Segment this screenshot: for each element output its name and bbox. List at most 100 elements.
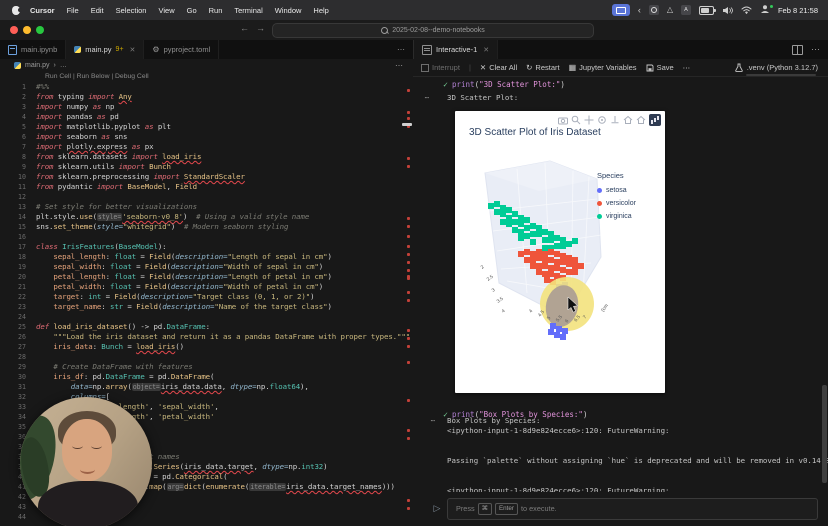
menu-help[interactable]: Help [313,6,328,15]
pane-scrollbar[interactable] [822,385,827,483]
close-window-button[interactable] [10,26,18,34]
run-input-icon[interactable]: ▷ [427,503,447,514]
close-tab-icon[interactable]: ✕ [483,46,489,54]
menu-file[interactable]: File [67,6,79,15]
tab-interactive-1[interactable]: Interactive-1 ✕ [414,40,499,59]
editor-more-actions-icon[interactable]: ⋯ [395,61,403,70]
interactive-input-bar: ▷ Press ⌘ Enter to execute. [413,492,828,525]
menu-selection[interactable]: Selection [116,6,147,15]
breadcrumb-file[interactable]: main.py [25,62,50,69]
menu-edit[interactable]: Edit [91,6,104,15]
code-line[interactable]: 29 # Create DataFrame with features [0,362,413,372]
interactive-code-input[interactable]: Press ⌘ Enter to execute. [447,497,818,520]
volume-icon[interactable] [722,6,733,15]
code-line[interactable]: 22 target: int = Field(description="Targ… [0,292,413,302]
close-tab-icon[interactable]: ✕ [130,46,136,54]
line-number: 18 [18,253,26,261]
save-button[interactable]: Save [646,63,674,72]
code-line[interactable]: 19 sepal_width: float = Field(descriptio… [0,262,413,272]
menu-terminal[interactable]: Terminal [234,6,262,15]
code-line[interactable]: 24 [0,312,413,322]
legend-item-virginica[interactable]: virginica [597,210,659,223]
code-line[interactable]: 17 class IrisFeatures(BaseModel): [0,242,413,252]
code-line[interactable]: 1 #%% [0,82,413,92]
output-text [447,466,828,476]
editor-actions-more-icon[interactable]: ⋯ [811,44,820,55]
code-line[interactable]: 7 import plotly.express as px [0,142,413,152]
code-line[interactable]: 3 import numpy as np [0,102,413,112]
code-line[interactable]: 28 [0,352,413,362]
plot-legend[interactable]: Species setosa versicolor virginica [597,171,659,223]
split-editor-icon[interactable] [792,44,803,55]
menu-run[interactable]: Run [209,6,223,15]
legend-marker [597,201,602,206]
menu-go[interactable]: Go [187,6,197,15]
code-line[interactable]: 8 from sklearn.datasets import load_iris [0,152,413,162]
code-line[interactable]: 2 from typing import Any [0,92,413,102]
code-line[interactable]: 16 [0,232,413,242]
status-app-icon-2[interactable]: △ [667,5,673,15]
code-line[interactable]: 30 iris_df: pd.DataFrame = pd.DataFrame( [0,372,413,382]
cell-1[interactable]: ✓ print("3D Scatter Plot:") [413,78,565,90]
code-line[interactable]: 13 # Set style for better visualizations [0,202,413,212]
code-line[interactable]: 26 """Load the iris dataset and return i… [0,332,413,342]
nav-forward-icon[interactable]: → [256,23,265,33]
error-mark [407,345,410,348]
code-line[interactable]: 18 sepal_length: float = Field(descripti… [0,252,413,262]
legend-item-versicolor[interactable]: versicolor [597,197,659,210]
command-center-search[interactable]: 2025-02-08--demo-notebooks [272,23,594,38]
kernel-picker[interactable]: .venv (Python 3.12.7) [734,63,828,76]
legend-item-setosa[interactable]: setosa [597,184,659,197]
output-collapse-icon[interactable]: ⋯ [419,416,447,425]
collapse-chevron-icon[interactable]: ‹ [638,5,641,15]
tab-pyproject.toml[interactable]: ⚙ pyproject.toml [144,40,220,59]
code-line[interactable]: 5 import matplotlib.pyplot as plt [0,122,413,132]
code-line[interactable]: 25 def load_iris_dataset() -> pd.DataFram… [0,322,413,332]
status-app-icon-3[interactable]: A [680,5,691,15]
screen-mirroring-icon[interactable] [611,4,630,16]
code-line[interactable]: 31 data=np.array(object=iris_data.data, … [0,382,413,392]
code-line[interactable]: 14 plt.style.use(style='seaborn-v0_8') # … [0,212,413,222]
menu-view[interactable]: View [158,6,174,15]
clear-all-button[interactable]: ✕ Clear All [480,63,517,72]
zoom-window-button[interactable] [36,26,44,34]
code-line[interactable]: 12 [0,192,413,202]
code-line[interactable]: 20 petal_length: float = Field(descripti… [0,272,413,282]
hint-text: to execute. [521,504,557,513]
breadcrumb-more[interactable]: … [60,62,67,69]
interrupt-button[interactable]: Interrupt [421,63,460,72]
code-line[interactable]: 11 from pydantic import BaseModel, Field [0,182,413,192]
codelens-run-cell[interactable]: Run Cell | Run Below | Debug Cell [0,71,413,82]
nav-back-icon[interactable]: ← [240,23,249,33]
menu-window[interactable]: Window [275,6,302,15]
menubar-clock[interactable]: Feb 8 21:58 [778,6,818,15]
code-line[interactable]: 9 from sklearn.utils import Bunch [0,162,413,172]
tab-main.ipynb[interactable]: main.ipynb [0,40,67,59]
battery-icon[interactable] [698,5,716,15]
jupyter-variables-button[interactable]: ▦ Jupyter Variables [569,63,637,72]
code-line[interactable]: 27 iris_data: Bunch = load_iris() [0,342,413,352]
wifi-icon[interactable] [741,6,752,14]
svg-text:2.5: 2.5 [486,274,495,283]
tab-main.py[interactable]: main.py 9+ ✕ [66,40,145,59]
cell-1-code[interactable]: print("3D Scatter Plot:") [452,80,565,89]
toolbar-more-icon[interactable]: ⋯ [683,63,691,72]
code-line[interactable]: 21 petal_width: float = Field(descriptio… [0,282,413,292]
tabs-more-icon[interactable]: ⋯ [397,45,413,54]
breadcrumb[interactable]: main.py › … [0,59,413,71]
status-app-icon-1[interactable] [648,5,659,15]
plot-3d-scene[interactable]: 22.533.54 4 4.55 5.5 6 6.5 7 (cm [455,111,665,393]
apple-menu-icon[interactable] [12,5,22,15]
code-line[interactable]: 23 target_name: str = Field(description=… [0,302,413,312]
overview-ruler[interactable] [405,59,410,526]
app-menu-cursor[interactable]: Cursor [30,6,55,15]
restart-button[interactable]: ↻ Restart [526,63,559,72]
code-line[interactable]: 10 from sklearn.preprocessing import Stan… [0,172,413,182]
minimize-window-button[interactable] [23,26,31,34]
code-line[interactable]: 15 sns.set_theme(style="whitegrid") # Mod… [0,222,413,232]
output-collapse-icon[interactable]: ⋯ [413,93,441,103]
code-line[interactable]: 4 import pandas as pd [0,112,413,122]
code-line[interactable]: 6 import seaborn as sns [0,132,413,142]
editor-tabbar: main.ipynb main.py 9+ ✕ ⚙ pyproject.toml ⋯ Int… [0,40,828,59]
user-account-icon[interactable] [760,4,773,16]
